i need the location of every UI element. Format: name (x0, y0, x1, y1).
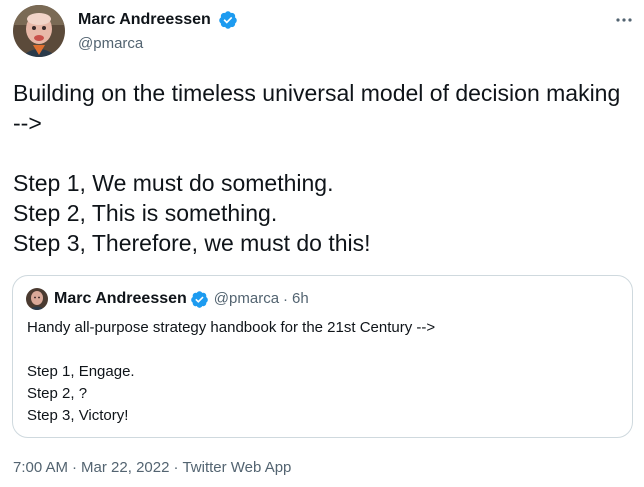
verified-badge-icon (219, 11, 237, 29)
quoted-author-avatar (26, 288, 48, 310)
author-name[interactable]: Marc Andreessen (78, 10, 211, 30)
quoted-step-1: Step 1, Engage. (27, 363, 135, 380)
quoted-tweet-time: 6h (292, 290, 309, 307)
more-options-button[interactable] (608, 10, 640, 30)
quoted-intro: Handy all-purpose strategy handbook for … (27, 319, 436, 336)
separator-dot: · (72, 459, 78, 476)
quoted-avatar-image (26, 288, 48, 310)
quoted-step-3: Step 3, Victory! (27, 407, 129, 424)
avatar-image (13, 5, 65, 57)
tweet-step-3: Step 3, Therefore, we must do this! (13, 230, 371, 256)
quoted-tweet-header: Marc Andreessen @pmarca · 6h (26, 288, 309, 310)
verified-badge-icon (190, 290, 208, 308)
quoted-tweet-card[interactable]: Marc Andreessen @pmarca · 6h Handy all-p… (12, 275, 633, 438)
quoted-tweet-text: Handy all-purpose strategy handbook for … (27, 317, 617, 427)
quoted-author-name: Marc Andreessen (54, 290, 187, 307)
separator-dot: · (283, 290, 289, 308)
tweet-intro: Building on the timeless universal model… (13, 80, 621, 136)
tweet-timestamp[interactable]: 7:00 AM (13, 459, 68, 476)
tweet-date[interactable]: Mar 22, 2022 (81, 459, 169, 476)
tweet-step-1: Step 1, We must do something. (13, 170, 334, 196)
separator-dot: · (173, 459, 179, 476)
quoted-step-2: Step 2, ? (27, 385, 88, 402)
tweet-source[interactable]: Twitter Web App (182, 459, 291, 476)
tweet-step-2: Step 2, This is something. (13, 200, 278, 226)
tweet: Marc Andreessen @pmarca Building on the … (0, 0, 644, 487)
author-handle[interactable]: @pmarca (78, 34, 143, 54)
author-avatar[interactable] (13, 5, 65, 57)
tweet-metadata: 7:00 AM · Mar 22, 2022 · Twitter Web App (13, 458, 291, 478)
tweet-text: Building on the timeless universal model… (13, 78, 623, 258)
quoted-author-handle: @pmarca (213, 290, 280, 307)
more-options-icon (616, 18, 632, 22)
